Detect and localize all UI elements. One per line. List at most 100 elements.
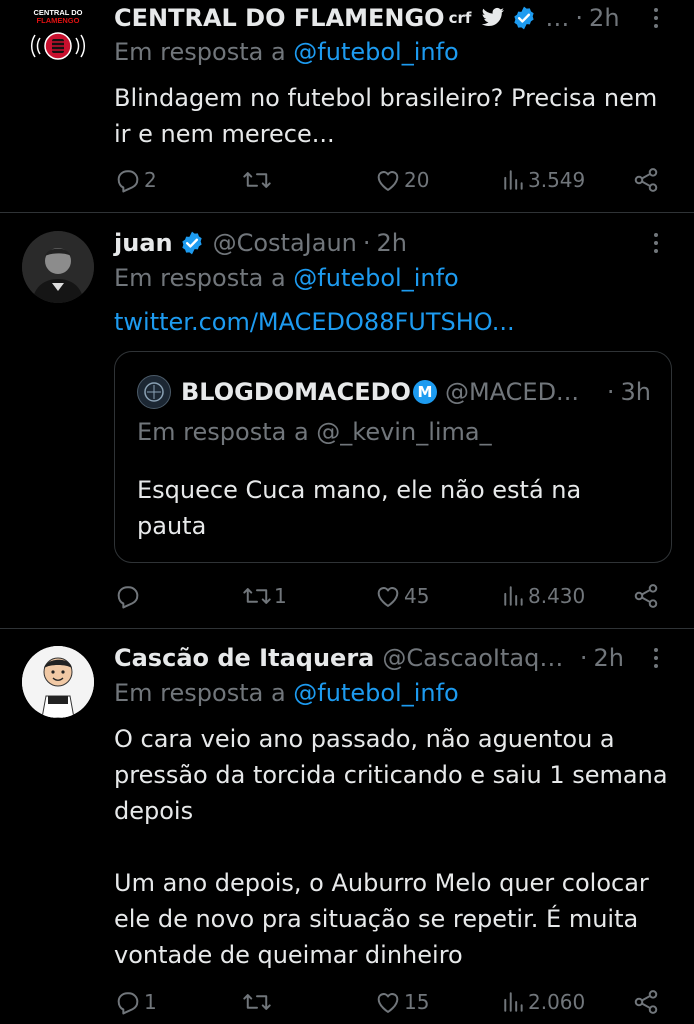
more-options-icon[interactable] bbox=[646, 640, 666, 676]
like-count: 45 bbox=[404, 584, 430, 608]
share-icon bbox=[634, 990, 658, 1014]
display-name[interactable]: juan bbox=[114, 229, 173, 257]
display-name[interactable]: Cascão de Itaquera bbox=[114, 644, 374, 672]
reply-prefix: Em resposta a bbox=[114, 38, 286, 66]
tweet-3[interactable]: Cascão de Itaquera @CascaoItaqu... · 2h … bbox=[0, 629, 694, 1024]
like-icon bbox=[377, 587, 399, 607]
quoted-tweet-text: Esquece Cuca mano, ele não está na pauta bbox=[137, 476, 582, 540]
views-button[interactable]: 3.549 bbox=[502, 160, 585, 200]
like-count: 15 bbox=[404, 990, 430, 1014]
separator-dot: · bbox=[606, 378, 615, 406]
tweet-text-paragraph-2: Um ano depois, o Auburro Melo quer coloc… bbox=[114, 869, 649, 969]
cartoon-avatar bbox=[22, 646, 94, 718]
bird-icon bbox=[481, 7, 505, 29]
separator-dot: · bbox=[579, 644, 588, 672]
share-button[interactable] bbox=[632, 576, 660, 616]
separator-dot: · bbox=[575, 4, 584, 32]
reply-mention[interactable]: @_kevin_lima_ bbox=[316, 418, 491, 446]
handle[interactable]: … bbox=[545, 4, 569, 32]
tweet-header: Cascão de Itaquera @CascaoItaqu... · 2h bbox=[114, 640, 624, 676]
like-button[interactable]: 20 bbox=[374, 160, 429, 200]
tweet-2[interactable]: juan @CostaJaun · 2h Em resposta a @fute… bbox=[0, 213, 694, 627]
reply-prefix: Em resposta a bbox=[137, 418, 309, 446]
retweet-button[interactable] bbox=[242, 982, 274, 1022]
retweet-button[interactable]: 1 bbox=[242, 576, 287, 616]
reply-icon bbox=[117, 170, 139, 193]
like-button[interactable]: 45 bbox=[374, 576, 429, 616]
tweet-1[interactable]: CENTRAL DO FLAMENGO CENTRAL DO FLAMENGO … bbox=[0, 0, 694, 212]
tweet-link[interactable]: twitter.com/MACEDO88FUTSHO... bbox=[114, 308, 515, 336]
handle[interactable]: @CascaoItaqu... bbox=[382, 644, 574, 672]
view-count: 8.430 bbox=[528, 584, 586, 608]
like-icon bbox=[377, 171, 399, 191]
retweet-icon bbox=[243, 588, 271, 604]
more-options-icon[interactable] bbox=[646, 225, 666, 261]
reply-button[interactable]: 1 bbox=[114, 982, 157, 1022]
name-suffix: crf bbox=[448, 9, 472, 27]
views-button[interactable]: 2.060 bbox=[502, 982, 585, 1022]
m-badge-icon: M bbox=[412, 380, 437, 404]
like-icon bbox=[377, 993, 399, 1013]
separator-dot: · bbox=[362, 229, 371, 257]
reply-prefix: Em resposta a bbox=[114, 679, 286, 707]
tweet-text-paragraph-1: O cara veio ano passado, não aguentou a … bbox=[114, 725, 668, 825]
retweet-button[interactable] bbox=[242, 160, 274, 200]
tweet-header: CENTRAL DO FLAMENGO crf … · 2h bbox=[114, 0, 624, 36]
profile-photo bbox=[22, 231, 94, 303]
reply-button[interactable]: 2 bbox=[114, 160, 157, 200]
action-bar: 2 20 3.549 bbox=[114, 160, 660, 200]
reply-context: Em resposta a @futebol_info bbox=[114, 264, 459, 292]
quoted-tweet[interactable]: BLOGDOMACEDO M @MACED... · 3h Em respost… bbox=[114, 351, 672, 563]
reply-context: Em resposta a @futebol_info bbox=[114, 679, 459, 707]
tweet-text: Blindagem no futebol brasileiro? Precisa… bbox=[114, 84, 658, 148]
retweet-icon bbox=[243, 172, 271, 188]
views-icon bbox=[504, 170, 523, 190]
share-button[interactable] bbox=[632, 982, 660, 1022]
verified-icon bbox=[511, 5, 537, 31]
views-icon bbox=[504, 586, 523, 606]
retweet-icon bbox=[243, 994, 271, 1010]
svg-text:FLAMENGO: FLAMENGO bbox=[37, 16, 80, 25]
share-button[interactable] bbox=[632, 160, 660, 200]
reply-icon bbox=[117, 992, 139, 1015]
retweet-count: 1 bbox=[274, 584, 287, 608]
views-button[interactable]: 8.430 bbox=[502, 576, 585, 616]
more-options-icon[interactable] bbox=[646, 0, 666, 36]
reply-mention[interactable]: @futebol_info bbox=[293, 38, 458, 66]
view-count: 2.060 bbox=[528, 990, 586, 1014]
verified-icon bbox=[179, 230, 205, 256]
quoted-timestamp[interactable]: 3h bbox=[621, 378, 651, 406]
share-icon bbox=[634, 168, 658, 192]
timestamp[interactable]: 2h bbox=[377, 229, 407, 257]
reply-prefix: Em resposta a bbox=[114, 264, 286, 292]
quoted-handle[interactable]: @MACED... bbox=[445, 378, 601, 406]
reply-icon bbox=[117, 586, 139, 609]
action-bar: 1 45 8.430 bbox=[114, 576, 660, 616]
blog-logo bbox=[139, 377, 169, 407]
reply-mention[interactable]: @futebol_info bbox=[293, 264, 458, 292]
quoted-display-name[interactable]: BLOGDOMACEDO bbox=[181, 378, 411, 406]
tweet-header: juan @CostaJaun · 2h bbox=[114, 225, 624, 261]
timestamp[interactable]: 2h bbox=[589, 4, 619, 32]
share-icon bbox=[634, 584, 658, 608]
reply-count: 1 bbox=[144, 990, 157, 1014]
like-button[interactable]: 15 bbox=[374, 982, 429, 1022]
reply-mention[interactable]: @futebol_info bbox=[293, 679, 458, 707]
action-bar: 1 15 2.060 bbox=[114, 982, 660, 1022]
view-count: 3.549 bbox=[528, 168, 586, 192]
display-name[interactable]: CENTRAL DO FLAMENGO bbox=[114, 4, 445, 32]
quoted-avatar[interactable] bbox=[137, 375, 171, 409]
quoted-tweet-header: BLOGDOMACEDO M @MACED... · 3h bbox=[137, 374, 651, 410]
avatar[interactable] bbox=[22, 646, 94, 718]
reply-context: Em resposta a @futebol_info bbox=[114, 38, 459, 66]
handle[interactable]: @CostaJaun bbox=[213, 229, 357, 257]
reply-count: 2 bbox=[144, 168, 157, 192]
avatar[interactable] bbox=[22, 231, 94, 303]
reply-button[interactable] bbox=[114, 576, 144, 616]
avatar[interactable]: CENTRAL DO FLAMENGO bbox=[22, 0, 94, 72]
views-icon bbox=[504, 992, 523, 1012]
like-count: 20 bbox=[404, 168, 430, 192]
timestamp[interactable]: 2h bbox=[594, 644, 624, 672]
central-do-flamengo-logo: CENTRAL DO FLAMENGO bbox=[22, 0, 94, 72]
quoted-reply-context: Em resposta a @_kevin_lima_ bbox=[137, 418, 492, 446]
